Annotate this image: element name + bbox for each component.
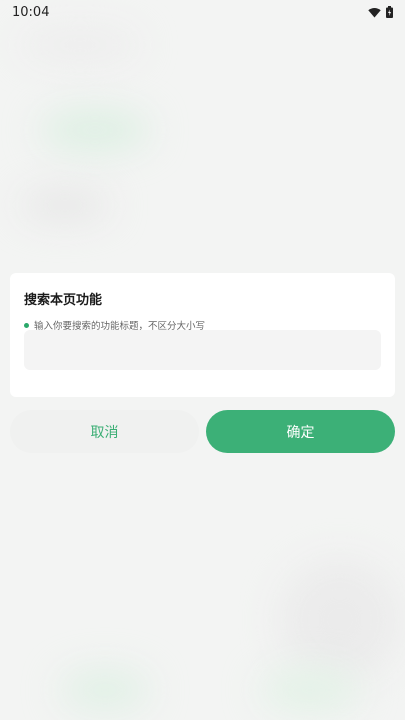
- confirm-button[interactable]: 确定: [206, 410, 395, 453]
- cancel-button[interactable]: 取消: [10, 410, 199, 453]
- search-dialog: 搜索本页功能 输入你要搜索的功能标题，不区分大小写: [10, 273, 395, 397]
- bullet-dot-icon: [24, 322, 29, 328]
- wifi-icon: [368, 7, 381, 17]
- status-bar: 10:04: [0, 0, 405, 24]
- status-icons: [368, 6, 393, 18]
- battery-icon: [386, 6, 393, 18]
- search-input[interactable]: [24, 330, 381, 370]
- dialog-title: 搜索本页功能: [24, 293, 103, 308]
- status-time: 10:04: [12, 4, 50, 20]
